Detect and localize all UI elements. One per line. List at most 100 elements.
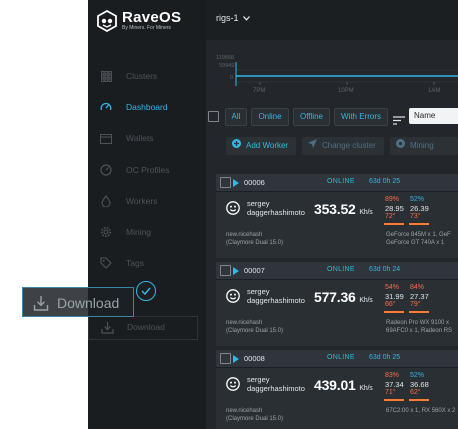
worker-checkbox[interactable] bbox=[220, 265, 231, 276]
gpu-hashrate: 28.95 bbox=[385, 203, 404, 213]
wallet-icon bbox=[100, 132, 112, 144]
sidebar-item-workers[interactable]: Workers bbox=[88, 191, 206, 211]
sidebar-item-label: OC Profiles bbox=[126, 165, 170, 175]
top-bar: rigs-1 bbox=[206, 0, 458, 40]
worker-status: ONLINE bbox=[327, 266, 355, 273]
worker-gpu-list: 69AFC0 x 1, Radeon RS bbox=[386, 328, 453, 334]
y-tick-label: 59949 bbox=[219, 63, 234, 69]
gpu-hashrate: 37.34 bbox=[385, 379, 404, 389]
sort-icon[interactable] bbox=[393, 112, 405, 130]
y-tick-label: 0 bbox=[230, 75, 233, 81]
worker-pool: new.nicehash bbox=[226, 232, 263, 238]
hashrate-unit: Kh/s bbox=[359, 297, 373, 304]
filter-bar: All Online Offline With Errors Name bbox=[206, 108, 458, 126]
worker-card[interactable]: 00007 ONLINE 63d 0h 24 sergey daggerhash… bbox=[216, 262, 458, 346]
mining-action-label: Mining bbox=[410, 141, 434, 150]
gpu-load-bar bbox=[409, 311, 429, 313]
worker-uptime: 63d 0h 24 bbox=[369, 266, 401, 273]
worker-id: 00008 bbox=[244, 354, 265, 363]
gpu-load-bar bbox=[384, 399, 404, 401]
download-icon bbox=[33, 295, 49, 316]
select-all-checkbox[interactable] bbox=[208, 111, 219, 122]
hashrate-value: 577.36 bbox=[314, 289, 356, 305]
change-cluster-label: Change cluster bbox=[322, 141, 376, 150]
worker-status: ONLINE bbox=[327, 178, 355, 185]
sidebar: RaveOS By Miners. For Miners Clusters Da… bbox=[88, 0, 206, 429]
gpu-stat: 52% 36.68 62° bbox=[410, 372, 432, 398]
worker-algorithm: daggerhashimoto bbox=[247, 208, 305, 217]
download-label: Download bbox=[57, 295, 120, 311]
worker-user: sergey bbox=[247, 287, 270, 296]
sidebar-item-oc-profiles[interactable]: OC Profiles bbox=[88, 160, 206, 180]
sidebar-item-download[interactable]: Download bbox=[88, 316, 198, 340]
sidebar-item-label: Wallets bbox=[126, 133, 154, 143]
gpu-hashrate: 27.37 bbox=[410, 291, 429, 301]
worker-miner: (Claymore Dual 15.0) bbox=[226, 240, 284, 246]
gpu-temperature: 72° bbox=[385, 213, 396, 220]
sidebar-item-label: Dashboard bbox=[126, 102, 168, 112]
send-icon bbox=[308, 137, 317, 155]
x-tick-label: 1AM bbox=[428, 88, 440, 94]
worker-user: sergey bbox=[247, 199, 270, 208]
gpu-stat: 52% 26.39 73° bbox=[410, 196, 432, 222]
worker-uptime: 63d 0h 25 bbox=[369, 354, 401, 361]
speedometer-icon bbox=[100, 101, 112, 113]
worker-status: ONLINE bbox=[327, 354, 355, 361]
mining-icon bbox=[396, 137, 405, 155]
hashrate-unit: Kh/s bbox=[359, 385, 373, 392]
hashrate-value: 439.01 bbox=[314, 377, 356, 393]
gauge-icon bbox=[100, 164, 112, 176]
sidebar-item-mining[interactable]: Mining bbox=[88, 222, 206, 242]
filter-offline-button[interactable]: Offline bbox=[293, 108, 330, 126]
sidebar-download-label: Download bbox=[127, 322, 165, 332]
sidebar-item-clusters[interactable]: Clusters bbox=[88, 66, 206, 86]
worker-user: sergey bbox=[247, 375, 270, 384]
brand-logo[interactable]: RaveOS By Miners. For Miners bbox=[96, 8, 181, 34]
gpu-hashrate: 36.68 bbox=[410, 379, 429, 389]
brand-name: RaveOS bbox=[122, 9, 182, 26]
add-worker-button[interactable]: Add Worker bbox=[226, 137, 296, 155]
worker-algorithm: daggerhashimoto bbox=[247, 384, 305, 393]
gear-icon bbox=[100, 226, 112, 238]
worker-gpu-list: 67C2:00 x 1, RX 560X x 2 bbox=[386, 408, 456, 414]
gpu-temperature: 66° bbox=[385, 301, 396, 308]
gpu-load-bar bbox=[384, 223, 404, 225]
worker-hashrate: 577.36 Kh/s bbox=[314, 289, 373, 305]
mining-action-button[interactable]: Mining bbox=[390, 137, 458, 155]
filter-errors-button[interactable]: With Errors bbox=[334, 108, 388, 126]
expand-icon[interactable] bbox=[233, 267, 239, 275]
sidebar-item-tags[interactable]: Tags bbox=[88, 253, 206, 273]
add-worker-label: Add Worker bbox=[246, 141, 289, 150]
smiley-avatar-icon bbox=[226, 377, 240, 391]
action-bar: Add Worker Change cluster Mining bbox=[226, 137, 458, 155]
tag-icon bbox=[100, 257, 112, 269]
rig-selector[interactable]: rigs-1 bbox=[216, 13, 250, 23]
worker-card-header: 00008 ONLINE 63d 0h 25 bbox=[216, 350, 458, 368]
x-tick-label: 10PM bbox=[338, 88, 354, 94]
gpu-hashrate: 26.39 bbox=[410, 203, 429, 213]
sort-field-select[interactable]: Name bbox=[409, 108, 458, 124]
worker-hashrate: 439.01 Kh/s bbox=[314, 377, 373, 393]
change-cluster-button[interactable]: Change cluster bbox=[302, 137, 384, 155]
sidebar-item-dashboard[interactable]: Dashboard bbox=[88, 97, 206, 117]
plus-circle-icon bbox=[232, 137, 241, 155]
expand-icon[interactable] bbox=[233, 179, 239, 187]
worker-card[interactable]: 00006 ONLINE 63d 0h 25 sergey daggerhash… bbox=[216, 174, 458, 258]
filter-online-button[interactable]: Online bbox=[251, 108, 289, 126]
worker-checkbox[interactable] bbox=[220, 353, 231, 364]
chevron-down-icon bbox=[242, 13, 250, 23]
download-button[interactable]: Download bbox=[22, 287, 134, 317]
worker-algorithm: daggerhashimoto bbox=[247, 296, 305, 305]
gpu-hashrate: 31.99 bbox=[385, 291, 404, 301]
expand-icon[interactable] bbox=[233, 355, 239, 363]
worker-gpu-list: GeForce GT 740A x 1 bbox=[386, 240, 445, 246]
x-tick-label: 7PM bbox=[253, 88, 265, 94]
sidebar-item-label: Mining bbox=[126, 227, 152, 237]
y-tick-label: 119898 bbox=[216, 55, 234, 61]
worker-card[interactable]: 00008 ONLINE 63d 0h 25 sergey daggerhash… bbox=[216, 350, 458, 429]
sidebar-item-label: Clusters bbox=[126, 71, 158, 81]
worker-checkbox[interactable] bbox=[220, 177, 231, 188]
sidebar-item-wallets[interactable]: Wallets bbox=[88, 128, 206, 148]
download-icon bbox=[101, 321, 114, 339]
filter-all-button[interactable]: All bbox=[225, 108, 247, 126]
